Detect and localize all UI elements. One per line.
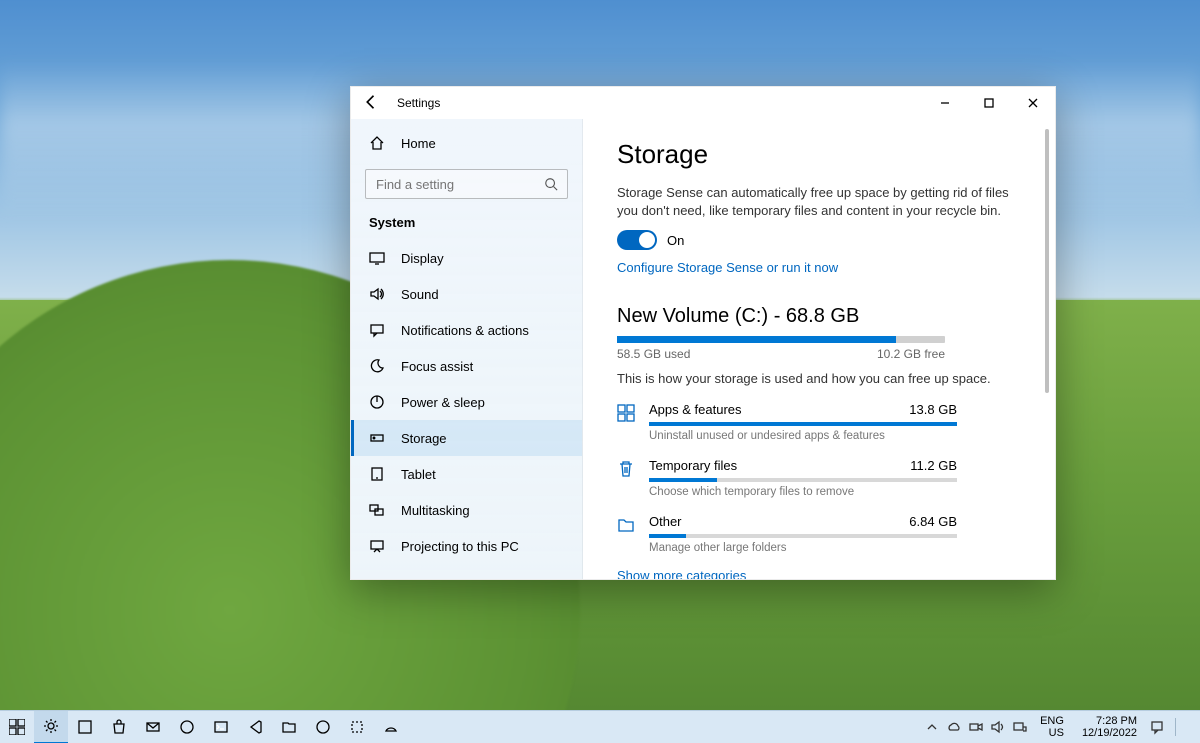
window-title: Settings [397, 96, 440, 110]
category-temp[interactable]: Temporary files 11.2 GB Choose which tem… [617, 458, 957, 498]
settings-sidebar: Home System Display Sound Notifications … [351, 119, 583, 579]
power-icon [369, 394, 385, 410]
category-size: 6.84 GB [909, 514, 957, 529]
back-button[interactable] [361, 92, 381, 115]
taskbar-app-edge[interactable] [170, 711, 204, 743]
taskbar: ENG US 7:28 PM 12/19/2022 [0, 710, 1200, 743]
sidebar-item-tablet[interactable]: Tablet [351, 456, 582, 492]
tray-meet-icon[interactable] [968, 719, 984, 735]
tray-chevron-icon[interactable] [924, 719, 940, 735]
titlebar: Settings [351, 87, 1055, 119]
sidebar-item-label: Multitasking [401, 503, 470, 518]
close-button[interactable] [1011, 87, 1055, 119]
sidebar-item-label: Tablet [401, 467, 436, 482]
sidebar-section-system: System [351, 209, 582, 240]
speaker-icon [369, 286, 385, 302]
category-size: 11.2 GB [910, 458, 957, 473]
category-hint: Choose which temporary files to remove [649, 486, 957, 498]
category-name: Apps & features [649, 402, 742, 417]
category-name: Other [649, 514, 682, 529]
sidebar-item-projecting[interactable]: Projecting to this PC [351, 528, 582, 564]
sidebar-item-label: Power & sleep [401, 395, 485, 410]
breakdown-description: This is how your storage is used and how… [617, 371, 1021, 386]
project-icon [369, 538, 385, 554]
content-scrollbar[interactable] [1043, 129, 1051, 569]
sidebar-item-sound[interactable]: Sound [351, 276, 582, 312]
drive-icon [369, 430, 385, 446]
sidebar-item-label: Focus assist [401, 359, 473, 374]
category-name: Temporary files [649, 458, 737, 473]
show-more-categories-link[interactable]: Show more categories [617, 568, 746, 579]
lang-secondary: US [1049, 727, 1064, 739]
folder-icon [617, 516, 635, 534]
maximize-button[interactable] [967, 87, 1011, 119]
sidebar-item-home[interactable]: Home [351, 125, 582, 161]
system-tray: ENG US 7:28 PM 12/19/2022 [916, 711, 1200, 743]
sidebar-item-notifications[interactable]: Notifications & actions [351, 312, 582, 348]
moon-icon [369, 358, 385, 374]
tray-onedrive-icon[interactable] [946, 719, 962, 735]
tray-language[interactable]: ENG US [1034, 715, 1070, 739]
taskbar-app-10[interactable] [374, 711, 408, 743]
drive-usage-bar [617, 336, 945, 343]
tablet-icon [369, 466, 385, 482]
sidebar-item-power[interactable]: Power & sleep [351, 384, 582, 420]
toggle-label: On [667, 233, 684, 248]
sidebar-item-label: Home [401, 136, 436, 151]
sidebar-item-label: Sound [401, 287, 439, 302]
storage-sense-toggle[interactable] [617, 230, 657, 250]
tray-network-icon[interactable] [1012, 719, 1028, 735]
category-other[interactable]: Other 6.84 GB Manage other large folders [617, 514, 957, 554]
sidebar-item-multitasking[interactable]: Multitasking [351, 492, 582, 528]
taskbar-app-mail[interactable] [136, 711, 170, 743]
settings-window: Settings Home System Display Sound [350, 86, 1056, 580]
sidebar-item-label: Storage [401, 431, 447, 446]
search-input[interactable] [365, 169, 568, 199]
clock-date: 12/19/2022 [1082, 727, 1137, 739]
category-hint: Uninstall unused or undesired apps & fea… [649, 430, 957, 442]
start-button[interactable] [0, 711, 34, 743]
sidebar-item-display[interactable]: Display [351, 240, 582, 276]
sidebar-item-focus[interactable]: Focus assist [351, 348, 582, 384]
drive-title: New Volume (C:) - 68.8 GB [617, 305, 1021, 328]
storage-sense-description: Storage Sense can automatically free up … [617, 184, 1021, 220]
minimize-button[interactable] [923, 87, 967, 119]
taskbar-app-store[interactable] [102, 711, 136, 743]
drive-usage-fill [617, 336, 896, 343]
taskbar-clock[interactable]: 7:28 PM 12/19/2022 [1076, 715, 1143, 739]
sidebar-item-label: Display [401, 251, 444, 266]
taskbar-app-settings[interactable] [34, 711, 68, 743]
settings-content: Storage Storage Sense can automatically … [583, 119, 1055, 579]
taskbar-app-snip[interactable] [340, 711, 374, 743]
sidebar-item-storage[interactable]: Storage [351, 420, 582, 456]
taskbar-app-terminal[interactable] [204, 711, 238, 743]
trash-icon [617, 460, 635, 478]
apps-icon [617, 404, 635, 422]
search-icon [544, 177, 558, 191]
category-apps[interactable]: Apps & features 13.8 GB Uninstall unused… [617, 402, 957, 442]
configure-storage-sense-link[interactable]: Configure Storage Sense or run it now [617, 260, 838, 275]
taskbar-app-vscode[interactable] [238, 711, 272, 743]
taskbar-app-1[interactable] [68, 711, 102, 743]
monitor-icon [369, 250, 385, 266]
tray-speaker-icon[interactable] [990, 719, 1006, 735]
multitask-icon [369, 502, 385, 518]
category-hint: Manage other large folders [649, 542, 957, 554]
sidebar-item-label: Projecting to this PC [401, 539, 519, 554]
tray-show-desktop[interactable] [1186, 711, 1192, 743]
sidebar-item-label: Notifications & actions [401, 323, 529, 338]
drive-free-label: 10.2 GB free [877, 347, 945, 361]
taskbar-app-firefox[interactable] [306, 711, 340, 743]
lang-primary: ENG [1040, 715, 1064, 727]
taskbar-app-explorer[interactable] [272, 711, 306, 743]
drive-used-label: 58.5 GB used [617, 347, 690, 361]
category-size: 13.8 GB [909, 402, 957, 417]
clock-time: 7:28 PM [1096, 715, 1137, 727]
home-icon [369, 135, 385, 151]
page-title: Storage [617, 139, 1021, 170]
message-icon [369, 322, 385, 338]
tray-notifications-icon[interactable] [1149, 719, 1165, 735]
